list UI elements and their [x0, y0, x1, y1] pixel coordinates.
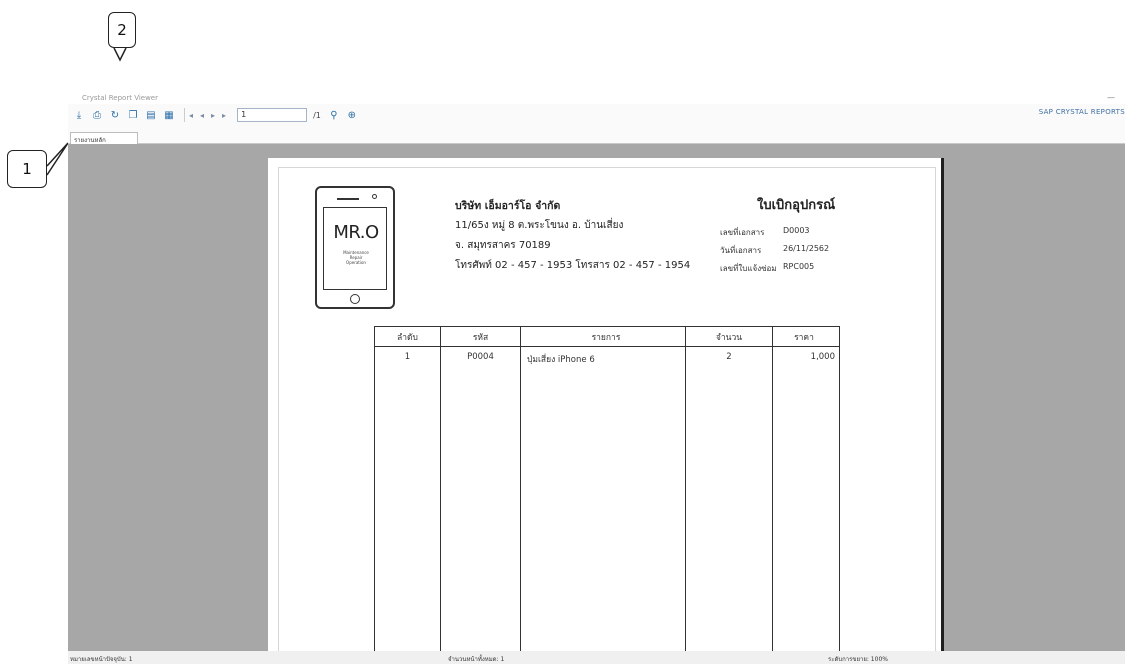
next-page-icon[interactable]: ▸: [211, 111, 215, 120]
cell-code: P0004: [440, 346, 521, 651]
column-header-qty: จำนวน: [685, 326, 773, 347]
cell-no: 1: [374, 346, 441, 651]
callout-1: 1: [7, 150, 47, 188]
column-header-no: ลำดับ: [374, 326, 441, 347]
report-page-content: MR.O Maintenance Repair Operation บริษัท…: [278, 167, 936, 651]
callout-1-pointer: [46, 142, 69, 176]
column-header-item: รายการ: [520, 326, 686, 347]
logo-tagline-3: Operation: [346, 260, 366, 265]
meta-value: D0003: [783, 226, 810, 235]
toggle-parameter-panel-icon[interactable]: ▦: [162, 108, 176, 122]
company-address-1: 11/65ง หมู่ 8 ต.พระโขนง อ. บ้านเสี่ยง: [455, 220, 624, 231]
print-icon[interactable]: ⎙: [90, 108, 104, 122]
meta-row: เลขที่เอกสาร D0003: [720, 226, 829, 244]
previous-page-icon[interactable]: ◂: [200, 111, 204, 120]
screenshot-stage: 2 1 Crystal Report Viewer — ⤓ ⎙ ↻ ❐ ▤ ▦ …: [0, 0, 1125, 664]
meta-label: วันที่เอกสาร: [720, 246, 762, 255]
meta-value: RPC005: [783, 262, 815, 271]
title-bar: Crystal Report Viewer —: [68, 92, 1125, 104]
table-header-row: ลำดับ รหัส รายการ จำนวน ราคา: [374, 326, 840, 347]
logo-text: MR.O: [333, 222, 379, 243]
status-zoom: ระดับการขยาย: 100%: [828, 656, 888, 663]
phone-speaker: [337, 198, 359, 200]
items-table: ลำดับ รหัส รายการ จำนวน ราคา 1 P0004 ปุ่…: [374, 326, 840, 651]
logo-tagline: Maintenance Repair Operation: [324, 250, 388, 265]
meta-label: เลขที่เอกสาร: [720, 228, 765, 237]
report-page: MR.O Maintenance Repair Operation บริษัท…: [268, 158, 944, 651]
refresh-icon[interactable]: ↻: [108, 108, 122, 122]
callout-2-pointer: [113, 47, 127, 62]
phone-camera: [372, 194, 377, 199]
cell-price: 1,000: [772, 346, 840, 651]
page-number-input[interactable]: 1: [237, 108, 308, 122]
zoom-icon[interactable]: ⊕: [345, 108, 359, 122]
company-logo: MR.O Maintenance Repair Operation: [315, 186, 395, 309]
table-row: 1 P0004 ปุ่มเสี่ยง iPhone 6 2 1,000: [374, 346, 840, 651]
status-bar: หมายเลขหน้าปัจจุบัน: 1 จำนวนหน้าทั้งหมด:…: [68, 651, 1125, 664]
status-current-page: หมายเลขหน้าปัจจุบัน: 1: [70, 656, 133, 663]
meta-row: วันที่เอกสาร 26/11/2562: [720, 244, 829, 262]
company-name: บริษัท เอ็มอาร์โอ จำกัด: [455, 200, 561, 212]
meta-value: 26/11/2562: [783, 244, 830, 253]
toggle-group-tree-icon[interactable]: ▤: [144, 108, 158, 122]
toolbar-separator: [184, 108, 185, 122]
report-viewport[interactable]: MR.O Maintenance Repair Operation บริษัท…: [68, 144, 1125, 651]
last-page-icon[interactable]: ▸: [222, 111, 226, 120]
search-icon[interactable]: ⚲: [327, 108, 341, 122]
window-title: Crystal Report Viewer: [82, 94, 158, 102]
export-icon[interactable]: ⤓: [72, 108, 86, 122]
cell-item: ปุ่มเสี่ยง iPhone 6: [520, 346, 686, 651]
cell-qty: 2: [685, 346, 773, 651]
callout-2-label: 2: [117, 21, 127, 39]
document-title: ใบเบิกอุปกรณ์: [757, 198, 836, 213]
minimize-button[interactable]: —: [1107, 92, 1115, 104]
phone-screen: MR.O Maintenance Repair Operation: [323, 207, 387, 290]
document-meta: เลขที่เอกสาร D0003 วันที่เอกสาร 26/11/25…: [720, 226, 829, 280]
meta-row: เลขที่ใบแจ้งซ่อม RPC005: [720, 262, 829, 280]
tab-strip: รายงานหลัก: [68, 126, 1125, 145]
callout-1-label: 1: [22, 160, 32, 178]
column-header-price: ราคา: [772, 326, 840, 347]
first-page-icon[interactable]: ◂: [189, 111, 193, 120]
company-address-2: จ. สมุทรสาคร 70189: [455, 240, 551, 251]
callout-2: 2: [108, 12, 136, 48]
brand-label: SAP CRYSTAL REPORTS: [1038, 108, 1125, 116]
status-total-pages: จำนวนหน้าทั้งหมด: 1: [448, 656, 505, 663]
copy-icon[interactable]: ❐: [126, 108, 140, 122]
company-contact: โทรศัพท์ 02 - 457 - 1953 โทรสาร 02 - 457…: [455, 260, 691, 271]
company-info: บริษัท เอ็มอาร์โอ จำกัด 11/65ง หมู่ 8 ต.…: [455, 196, 690, 276]
phone-home-button: [350, 294, 360, 304]
page-total: /1: [313, 110, 321, 120]
meta-label: เลขที่ใบแจ้งซ่อม: [720, 264, 777, 273]
report-viewer-window: Crystal Report Viewer — ⤓ ⎙ ↻ ❐ ▤ ▦ ◂ ◂ …: [68, 92, 1125, 664]
toolbar: ⤓ ⎙ ↻ ❐ ▤ ▦ ◂ ◂ ▸ ▸ 1 /1 ⚲ ⊕ SAP CRYSTAL…: [68, 104, 1125, 126]
column-header-code: รหัส: [440, 326, 521, 347]
